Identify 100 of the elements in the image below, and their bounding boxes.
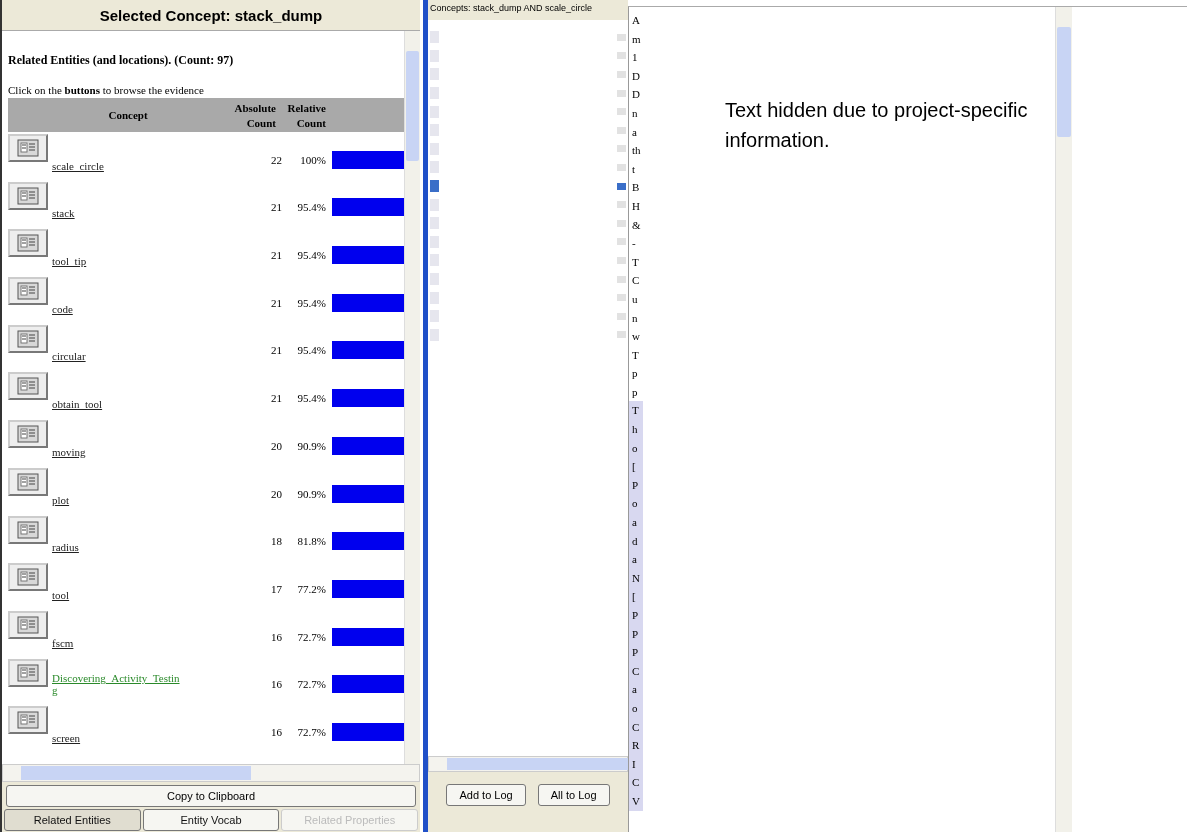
percent-cell-text: 95.4% [296, 296, 326, 311]
evidence-button[interactable] [8, 134, 48, 162]
concept-link[interactable]: Discovering_Activity_Testing [52, 672, 182, 697]
percent-cell-text: 72.7% [296, 678, 326, 693]
document-icon [17, 472, 39, 491]
relative-bar [332, 579, 404, 598]
line-fragment: P [629, 643, 643, 662]
line-fragment: a [629, 513, 643, 532]
instruction-text: Click on the buttons to browse the evidence [8, 84, 205, 96]
copy-button[interactable]: Copy to Clipboard [6, 785, 416, 807]
evidence-button[interactable] [8, 372, 48, 401]
evidence-button[interactable] [8, 515, 48, 544]
percent-cell-text: 90.9% [296, 487, 326, 502]
column-header: Absolute Count [233, 101, 276, 131]
line-fragment: P [629, 606, 643, 625]
log-button[interactable]: Add to Log [446, 784, 526, 806]
tab[interactable]: Entity Vocab [142, 809, 280, 831]
tab[interactable]: Related Entities [4, 809, 141, 831]
result-icon[interactable] [617, 182, 626, 190]
evidence-button[interactable] [8, 563, 48, 592]
result-icon[interactable] [430, 180, 439, 193]
line-fragment: a [631, 124, 638, 140]
horizontal-scrollbar[interactable] [428, 756, 628, 772]
line-fragment: m [631, 31, 642, 47]
line-fragment: T [629, 401, 643, 421]
log-button[interactable]: All to Log [537, 784, 610, 806]
relative-bar [332, 532, 404, 551]
section-heading: Related Entities (and locations). (Count: 97) [8, 53, 235, 68]
evidence-button[interactable] [8, 420, 48, 449]
evidence-button[interactable] [8, 467, 48, 496]
concept-link[interactable]: scale_circle [52, 159, 182, 172]
evidence-button[interactable] [8, 658, 48, 687]
vertical-scrollbar[interactable] [404, 31, 420, 764]
count-cell-text: 20 [270, 487, 282, 502]
line-fragment: o [629, 494, 643, 514]
document-icon [17, 329, 39, 348]
document-icon [17, 186, 39, 205]
document-icon [17, 711, 39, 730]
relative-bar [332, 198, 404, 217]
evidence-button[interactable] [8, 610, 48, 639]
concept-link[interactable]: plot [52, 493, 182, 506]
evidence-button[interactable] [8, 229, 48, 258]
count-cell-text: 21 [270, 249, 282, 264]
column-header: Relative Count [286, 101, 326, 131]
line-fragment: - [631, 236, 637, 252]
line-fragment: [ [629, 457, 643, 476]
concept-link[interactable]: fscm [52, 636, 182, 649]
count-cell-text: 22 [270, 153, 282, 168]
percent-cell-text: 95.4% [296, 392, 326, 407]
line-fragment: C [629, 773, 643, 792]
concept-link[interactable]: tool_tip [52, 255, 182, 268]
relative-bar [332, 150, 404, 169]
document-icon [17, 663, 39, 682]
percent-cell-text: 77.2% [296, 582, 326, 597]
concept-link[interactable]: stack [52, 207, 182, 220]
evidence-button[interactable] [8, 181, 48, 210]
document-icon [17, 520, 39, 539]
relative-bar [332, 627, 404, 646]
percent-cell-text: 90.9% [296, 439, 326, 454]
line-fragment: H [631, 198, 641, 214]
concept-link[interactable]: moving [52, 445, 182, 458]
relative-bar [332, 675, 404, 694]
evidence-button[interactable] [8, 706, 48, 735]
line-fragment: T [631, 347, 640, 363]
notice-text: Text hidden due to project-specific information. [724, 98, 1029, 153]
line-fragment: p [631, 366, 639, 382]
evidence-button[interactable] [8, 277, 48, 306]
percent-cell-text: 95.4% [296, 344, 326, 359]
line-fragment: h [629, 420, 643, 439]
count-cell-text: 21 [270, 392, 282, 407]
relative-bar [332, 389, 404, 408]
line-fragment: A [631, 13, 641, 28]
line-fragment: D [631, 68, 641, 84]
count-cell-text: 16 [270, 678, 282, 693]
percent-cell-text: 81.8% [296, 535, 326, 550]
relative-bar [332, 484, 404, 503]
document-icon [17, 282, 39, 301]
percent-cell-text: 95.4% [296, 249, 326, 264]
concept-link[interactable]: tool [52, 588, 182, 601]
count-cell-text: 17 [270, 582, 282, 597]
concept-link[interactable]: obtain_tool [52, 398, 182, 411]
concept-link[interactable]: code [52, 302, 182, 315]
count-cell-text: 18 [270, 535, 282, 550]
line-fragment: T [631, 254, 640, 270]
relative-bar [332, 722, 404, 741]
horizontal-scrollbar[interactable] [2, 764, 420, 782]
line-fragment: B [631, 180, 641, 196]
relative-bar [332, 246, 404, 265]
relative-bar [332, 341, 404, 360]
count-cell-text: 21 [270, 344, 282, 359]
concept-link[interactable]: screen [52, 731, 182, 744]
line-fragment: 1 [631, 50, 639, 66]
line-fragment: R [629, 736, 643, 755]
line-fragment: [ [629, 587, 643, 606]
document-icon [17, 615, 39, 634]
line-fragment: D [631, 87, 641, 103]
vertical-scrollbar[interactable] [1055, 7, 1072, 832]
concept-link[interactable]: radius [52, 541, 182, 554]
concept-link[interactable]: circular [52, 350, 182, 363]
evidence-button[interactable] [8, 324, 48, 353]
